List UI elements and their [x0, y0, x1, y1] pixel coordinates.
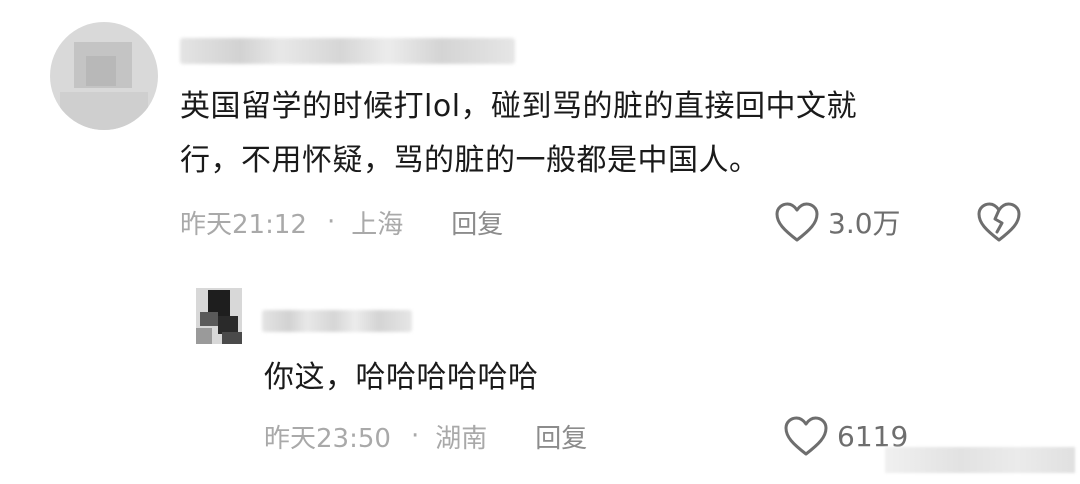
reply-time: 昨天23:50: [264, 423, 391, 454]
avatar-pixel: [86, 56, 116, 86]
heart-outline-icon: [775, 202, 819, 242]
broken-heart-icon: [977, 202, 1021, 242]
commenter-username-blurred[interactable]: [180, 38, 515, 64]
reply-button[interactable]: 回复: [535, 418, 587, 455]
reply-location: 湖南: [435, 423, 488, 454]
watermark-blur: [885, 447, 1075, 473]
heart-outline-icon: [784, 416, 828, 456]
meta-separator: ·: [326, 207, 336, 237]
reply-avatar[interactable]: [196, 288, 242, 344]
reply-meta: 昨天23:50 · 湖南 回复: [264, 414, 587, 458]
comment-time: 昨天21:12: [180, 209, 307, 240]
reply-username-blurred[interactable]: [262, 310, 412, 332]
comment-text-line: 行，不用怀疑，骂的脏的一般都是中国人。: [180, 143, 760, 178]
like-count: 3.0万: [828, 207, 901, 240]
meta-separator: ·: [410, 421, 420, 451]
avatar-pixel: [196, 328, 212, 344]
comment-location: 上海: [351, 209, 404, 240]
comment-text-line: 英国留学的时候打lol，碰到骂的脏的直接回中文就: [180, 89, 858, 124]
reply-text: 你这，哈哈哈哈哈哈: [264, 360, 539, 395]
avatar-pixel: [200, 312, 218, 326]
like-button[interactable]: 3.0万: [774, 198, 901, 246]
dislike-button[interactable]: [975, 198, 1023, 246]
comment-text: 英国留学的时候打lol，碰到骂的脏的直接回中文就 行，不用怀疑，骂的脏的一般都是中…: [180, 80, 990, 188]
avatar-pixel: [222, 332, 242, 344]
reply-button[interactable]: 回复: [451, 204, 503, 241]
commenter-avatar[interactable]: [50, 22, 158, 130]
comment-meta: 昨天21:12 · 上海 回复: [180, 200, 503, 244]
avatar-pixel: [60, 92, 148, 130]
